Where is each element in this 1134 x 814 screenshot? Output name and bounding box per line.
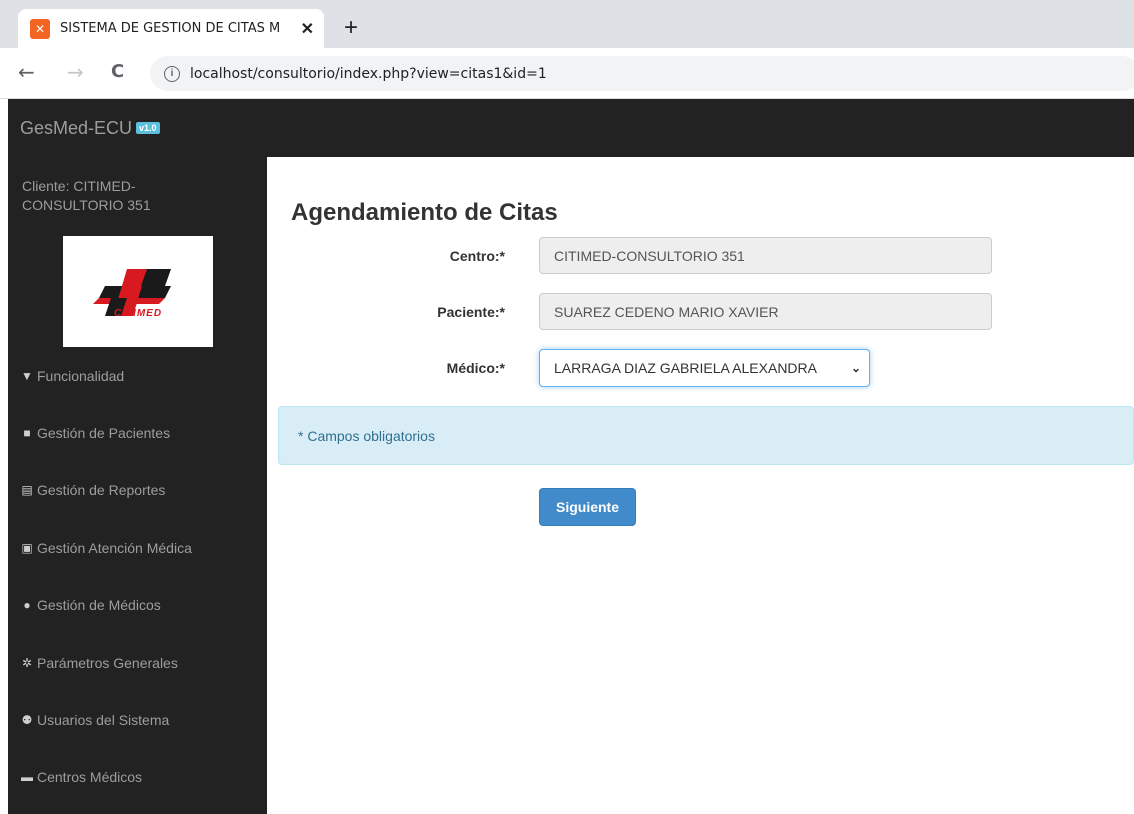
main-content: Agendamiento de Citas Centro:* Paciente:… (267, 157, 1134, 814)
sidebar-item-parametros[interactable]: ✲ Parámetros Generales (8, 635, 267, 691)
address-bar[interactable]: i localhost/consultorio/index.php?view=c… (150, 56, 1134, 91)
folder-icon: ■ (23, 426, 31, 440)
sidebar-item-label: Gestión de Médicos (37, 597, 161, 613)
newspaper-icon: ▤ (21, 483, 33, 497)
medico-label: Médico:* (446, 360, 505, 376)
sidebar-item-medicos[interactable]: ● Gestión de Médicos (8, 577, 267, 633)
brand[interactable]: GesMed-ECU v1.0 (20, 118, 160, 139)
citimed-cross-icon (93, 269, 171, 316)
sidebar-item-atencion-medica[interactable]: ▣ Gestión Atención Médica (8, 520, 267, 576)
sidebar-item-reportes[interactable]: ▤ Gestión de Reportes (8, 462, 267, 518)
gear-icon: ✲ (21, 656, 33, 670)
client-name: Cliente: CITIMED-CONSULTORIO 351 (22, 178, 151, 213)
tab-title: SISTEMA DE GESTIÓN DE CITAS M (60, 21, 281, 36)
browser-toolbar: ← → C i localhost/consultorio/index.php?… (0, 48, 1134, 99)
medico-select[interactable]: LARRAGA DIAZ GABRIELA ALEXANDRA ⌄ (539, 349, 870, 387)
sidebar-item-label: Gestión de Reportes (37, 482, 166, 498)
id-card-icon: ▣ (21, 541, 33, 555)
brand-name[interactable]: GesMed-ECU (20, 118, 132, 138)
user-icon: ● (23, 598, 31, 612)
info-icon[interactable]: i (164, 65, 180, 82)
back-icon[interactable]: ← (18, 60, 35, 84)
sidebar-item-label: Gestión de Pacientes (37, 425, 171, 441)
new-tab-button[interactable]: + (337, 15, 365, 43)
centro-field[interactable] (539, 237, 992, 274)
citimed-logo: CITIMED (63, 236, 213, 347)
required-fields-alert: * Campos obligatorios (278, 406, 1134, 465)
sidebar-item-centros[interactable]: ▬ Centros Médicos (8, 749, 267, 805)
top-navbar: GesMed-ECU v1.0 (8, 99, 1134, 157)
logo-text: CITIMED (113, 308, 163, 319)
users-icon: ⚉ (21, 713, 33, 727)
sidebar-item-label: Gestión Atención Médica (37, 540, 192, 556)
sidebar-item-label: Funcionalidad (37, 368, 125, 384)
sidebar-item-label: Parámetros Generales (37, 655, 178, 671)
reload-icon[interactable]: C (111, 61, 124, 82)
sidebar-item-label: Centros Médicos (37, 769, 143, 785)
browser-tab[interactable]: ✕ SISTEMA DE GESTIÓN DE CITAS M ✕ (18, 9, 324, 48)
browser-tabstrip: ✕ SISTEMA DE GESTIÓN DE CITAS M ✕ + (0, 0, 1134, 48)
sidebar-item-label: Usuarios del Sistema (37, 712, 170, 728)
sidebar: Cliente: CITIMED-CONSULTORIO 351 CITIMED… (8, 157, 267, 814)
url-text[interactable]: localhost/consultorio/index.php?view=cit… (190, 66, 547, 82)
filter-icon: ▼ (21, 369, 33, 383)
sidebar-item-funcionalidad[interactable]: ▼ Funcionalidad (8, 348, 267, 404)
page-title: Agendamiento de Citas (291, 199, 558, 226)
xampp-favicon-icon: ✕ (30, 18, 50, 39)
briefcase-icon: ▬ (21, 770, 33, 784)
paciente-field[interactable] (539, 293, 992, 330)
alert-text: * Campos obligatorios (298, 427, 435, 444)
next-button[interactable]: Siguiente (539, 488, 636, 526)
paciente-label: Paciente:* (437, 304, 505, 320)
version-badge: v1.0 (136, 122, 160, 134)
medico-selected-value: LARRAGA DIAZ GABRIELA ALEXANDRA (554, 360, 817, 376)
sidebar-item-usuarios[interactable]: ⚉ Usuarios del Sistema (8, 692, 267, 748)
tab-close-icon[interactable]: ✕ (301, 19, 314, 39)
sidebar-item-pacientes[interactable]: ■ Gestión de Pacientes (8, 405, 267, 461)
chevron-down-icon: ⌄ (850, 361, 862, 375)
forward-icon[interactable]: → (67, 60, 84, 84)
centro-label: Centro:* (449, 248, 505, 264)
